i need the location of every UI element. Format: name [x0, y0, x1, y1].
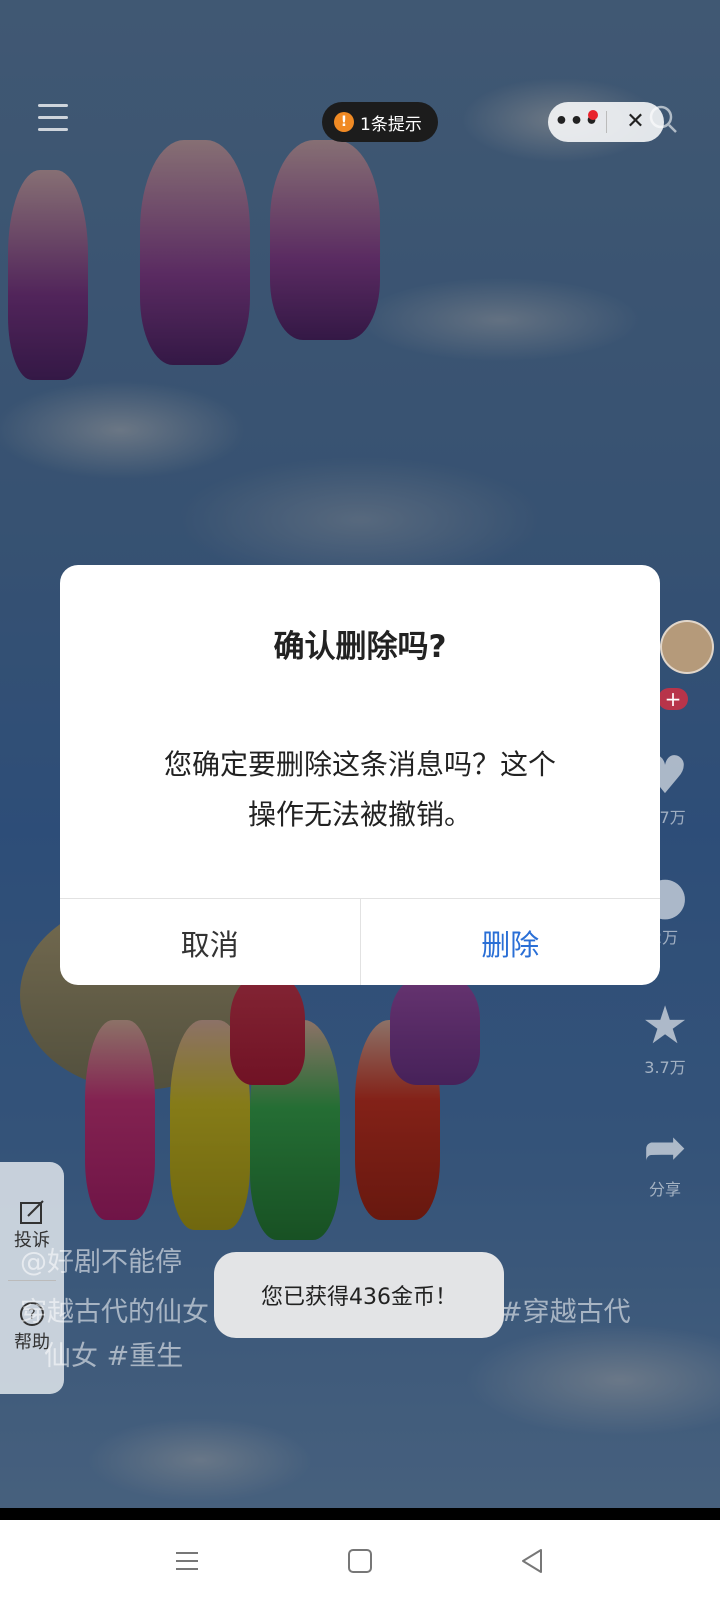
dialog-button-bar: 取消 删除	[60, 898, 660, 985]
favorite-button[interactable]: ★ 3.7万	[630, 998, 700, 1078]
coin-toast: 您已获得436金币！	[214, 1252, 504, 1338]
dialog-message-line2: 操作无法被撤销。	[247, 798, 472, 831]
cancel-button[interactable]: 取消	[60, 899, 361, 985]
dialog-title: 确认删除吗?	[273, 629, 447, 665]
back-icon[interactable]	[515, 1544, 549, 1578]
avatar[interactable]	[660, 620, 714, 674]
home-icon[interactable]	[343, 1544, 377, 1578]
dialog-message-line1: 您确定要删除这条消息吗？这个	[163, 748, 556, 781]
share-icon: ➦	[643, 1118, 687, 1178]
hint-pill[interactable]: ! 1条提示	[322, 102, 438, 142]
star-icon: ★	[641, 996, 689, 1056]
favorite-count: 3.7万	[644, 1058, 686, 1077]
more-button[interactable]: •••	[548, 102, 606, 142]
edit-icon	[20, 1200, 44, 1224]
video-hashtags-line2[interactable]: 仙女 #重生	[44, 1334, 183, 1373]
warning-icon: !	[334, 112, 354, 132]
notification-dot	[588, 110, 598, 120]
share-button[interactable]: ➦ 分享	[630, 1120, 700, 1200]
delete-button[interactable]: 删除	[361, 899, 661, 985]
hint-text: 1条提示	[360, 114, 422, 135]
video-title: 穿越古代的仙女	[20, 1297, 209, 1328]
mini-program-capsule: ••• ✕	[548, 102, 664, 142]
video-progress-strip	[0, 1508, 720, 1520]
video-hashtags[interactable]: #穿越古代	[500, 1290, 631, 1329]
menu-icon[interactable]	[38, 104, 68, 132]
close-button[interactable]: ✕	[607, 102, 664, 142]
confirm-delete-dialog: 确认删除吗? 您确定要删除这条消息吗？这个 操作无法被撤销。 取消 删除	[60, 565, 660, 985]
follow-button[interactable]: +	[658, 688, 688, 710]
video-author[interactable]: @好剧不能停	[20, 1240, 182, 1279]
recent-apps-icon[interactable]	[170, 1544, 204, 1578]
share-label: 分享	[648, 1180, 681, 1199]
panel-divider	[8, 1280, 56, 1281]
system-navigation-bar	[0, 1520, 720, 1601]
dialog-message: 您确定要删除这条消息吗？这个 操作无法被撤销。	[130, 740, 590, 840]
